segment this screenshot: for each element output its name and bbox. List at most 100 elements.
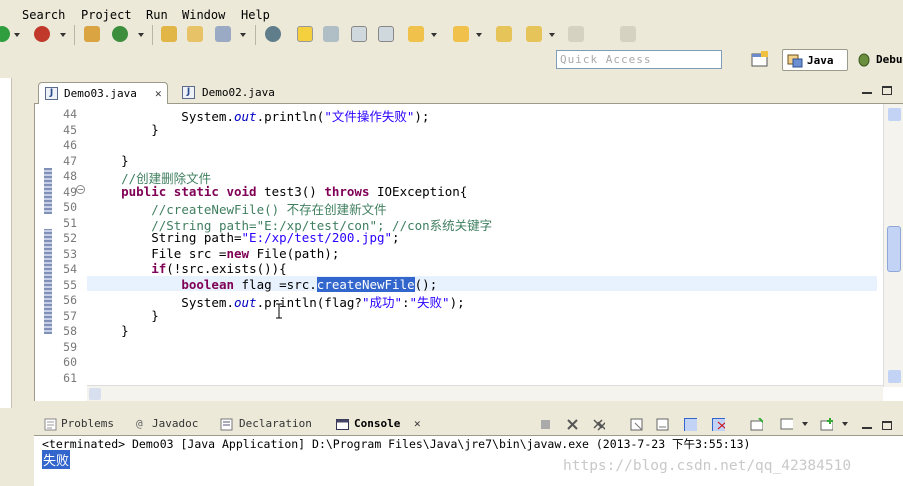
code-token: new — [226, 245, 250, 261]
quick-diff-bar — [44, 168, 52, 214]
highlight-icon[interactable] — [297, 26, 313, 42]
code-token: (!src.exists()){ — [166, 261, 287, 276]
scroll-left-button[interactable] — [89, 388, 101, 400]
dropdown-arrow-icon[interactable] — [802, 422, 808, 426]
tab-javadoc[interactable]: Javadoc — [152, 417, 198, 430]
code-line[interactable]: } — [91, 308, 159, 323]
line-number: 61 — [63, 370, 77, 385]
code-token: "失败" — [409, 295, 450, 310]
vertical-scrollbar[interactable] — [883, 104, 903, 387]
scroll-lock-icon[interactable] — [656, 418, 669, 431]
console-maximize-icon[interactable] — [882, 421, 892, 430]
code-token: test3() — [256, 183, 325, 199]
minimize-icon[interactable] — [862, 86, 872, 95]
java-perspective-icon — [787, 54, 803, 68]
paragraph-icon[interactable] — [378, 26, 394, 42]
tab-declaration[interactable]: Declaration — [239, 417, 312, 430]
code-line[interactable]: } — [91, 122, 159, 137]
show-console-on-output-icon[interactable] — [684, 418, 697, 431]
code-token: (); — [414, 276, 438, 292]
menu-project[interactable]: Project — [81, 8, 132, 22]
java-perspective-button[interactable]: Java — [782, 49, 848, 71]
main-toolbar — [0, 22, 903, 48]
next-annotation-icon[interactable] — [408, 26, 424, 42]
new-class-icon[interactable] — [112, 26, 128, 42]
text-cursor-icon — [276, 303, 282, 319]
declaration-icon — [220, 418, 233, 431]
new-package-icon[interactable] — [84, 26, 100, 42]
debug-icon[interactable] — [34, 26, 50, 42]
close-console-icon[interactable]: ✕ — [414, 417, 421, 430]
toggle-mark-icon[interactable] — [265, 26, 281, 42]
menu-help[interactable]: Help — [241, 8, 270, 22]
line-number: 54 — [63, 262, 77, 276]
java-perspective-label: Java — [807, 54, 834, 67]
code-line[interactable]: String path="E:/xp/test/200.jpg"; — [91, 230, 399, 245]
line-number: 50 — [63, 200, 77, 214]
tab-problems[interactable]: Problems — [61, 417, 114, 430]
pin-editor-icon[interactable] — [620, 26, 636, 42]
show-whitespace-icon[interactable] — [351, 26, 367, 42]
menu-run[interactable]: Run — [146, 8, 168, 22]
line-number: 52 — [63, 231, 77, 245]
line-number: 53 — [63, 246, 77, 261]
code-token: ); — [449, 295, 465, 310]
display-selected-console-icon[interactable] — [780, 418, 793, 431]
show-console-on-error-icon[interactable] — [712, 418, 725, 431]
open-type-icon[interactable] — [161, 26, 177, 42]
bottom-panel-tabs: Problems @ Javadoc Declaration Console ✕ — [34, 414, 903, 436]
code-line[interactable]: } — [91, 153, 129, 168]
search-tool-icon[interactable] — [215, 26, 231, 42]
selected-text: createNewFile — [316, 276, 415, 292]
code-line[interactable]: if(!src.exists()){ — [91, 261, 287, 276]
tab-demo02[interactable]: J Demo02.java — [178, 82, 288, 104]
run-icon[interactable] — [0, 26, 10, 42]
clear-console-icon[interactable] — [630, 418, 643, 431]
code-line[interactable]: public static void test3() throws IOExce… — [91, 184, 467, 199]
remove-launch-icon[interactable] — [566, 418, 579, 431]
code-editor[interactable]: − 44 System.out.println("文件操作失败"); 45 } 46… — [34, 104, 903, 401]
code-token: flag =src. — [234, 276, 317, 292]
quick-access-input[interactable]: Quick Access — [556, 50, 722, 69]
prev-annotation-icon[interactable] — [453, 26, 469, 42]
horizontal-scrollbar[interactable] — [87, 385, 883, 401]
menu-search[interactable]: Search — [22, 8, 65, 22]
tab-console[interactable]: Console — [354, 417, 400, 430]
tab-demo03[interactable]: J Demo03.java ✕ — [38, 82, 168, 104]
code-line[interactable]: } — [91, 323, 129, 338]
back-icon[interactable] — [526, 26, 542, 42]
console-minimize-icon[interactable] — [862, 421, 872, 430]
code-token: "E:/xp/test/200.jpg" — [241, 230, 393, 245]
fold-toggle-icon[interactable]: − — [76, 185, 85, 194]
scroll-up-button[interactable] — [888, 108, 901, 121]
quick-diff-bar — [44, 229, 52, 334]
forward-icon[interactable] — [568, 26, 584, 42]
dropdown-arrow-icon[interactable] — [842, 422, 848, 426]
last-edit-icon[interactable] — [496, 26, 512, 42]
line-number: 46 — [63, 138, 77, 152]
tab-demo03-label: Demo03.java — [64, 87, 137, 100]
open-folder-icon[interactable] — [187, 26, 203, 42]
open-console-icon[interactable] — [820, 418, 833, 431]
remove-all-launches-icon[interactable] — [592, 418, 605, 431]
code-line[interactable]: boolean flag =src.createNewFile(); — [91, 276, 438, 292]
line-number: 57 — [63, 308, 77, 323]
pin-console-icon[interactable] — [750, 418, 763, 431]
block-selection-icon[interactable] — [323, 26, 339, 42]
code-token: IOException{ — [369, 183, 468, 199]
maximize-icon[interactable] — [882, 86, 892, 95]
terminate-icon[interactable] — [539, 418, 552, 431]
console-icon — [336, 419, 349, 430]
debug-perspective-button[interactable]: Debu — [852, 49, 903, 71]
code-line[interactable]: File src =new File(path); — [91, 246, 339, 261]
code-token: if — [151, 261, 167, 276]
scroll-down-button[interactable] — [888, 370, 901, 383]
menu-window[interactable]: Window — [182, 8, 225, 22]
close-tab-icon[interactable]: ✕ — [155, 87, 162, 100]
line-number: 56 — [63, 293, 77, 307]
scroll-thumb[interactable] — [887, 226, 901, 272]
code-token: "成功" — [361, 295, 402, 310]
open-perspective-icon[interactable] — [751, 51, 769, 68]
line-number: 47 — [63, 153, 77, 168]
